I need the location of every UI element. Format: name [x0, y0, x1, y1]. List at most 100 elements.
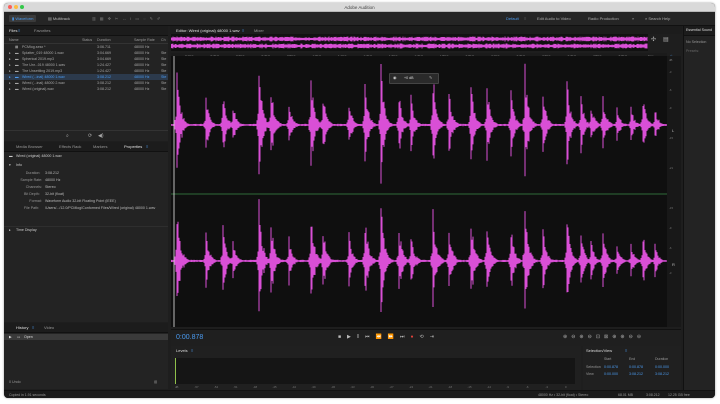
- info-row: Sample Rate: 48000 Hz: [4, 177, 168, 183]
- sv-start[interactable]: 0:00.878: [604, 364, 618, 370]
- tab-properties[interactable]: Properties: [124, 144, 142, 149]
- zoom-in-amp-icon[interactable]: ⊕: [563, 334, 571, 340]
- info-row: Bit Depth: 32-bit (float): [4, 191, 168, 197]
- levels-meter-icon[interactable]: ▥: [92, 16, 100, 21]
- info-key: Bit Depth:: [24, 192, 40, 196]
- loop-icon[interactable]: ⟳: [88, 133, 92, 139]
- col-sample-rate[interactable]: Sample Rate: [134, 37, 155, 43]
- zoom-out-full-all-icon[interactable]: ⊖: [637, 334, 645, 340]
- rewind-icon[interactable]: ⏪: [375, 334, 387, 340]
- selection-view-menu-icon[interactable]: ≡: [625, 348, 627, 353]
- history-item[interactable]: ▶ ▭ Open: [4, 334, 168, 340]
- file-row[interactable]: ▸ ▬ Wired (original).wav 3:08.212 48000 Hz St…: [4, 86, 168, 92]
- zoom-in-right-icon[interactable]: ⊕: [620, 334, 628, 340]
- waveform-display[interactable]: ◉ +0 dB ✎: [170, 56, 667, 327]
- move-tool-icon[interactable]: ✥: [108, 16, 115, 21]
- current-timecode[interactable]: 0:00.878: [176, 334, 203, 341]
- info-value: /Users/.../12.0/PCMlog/Conformed Files/W…: [45, 206, 156, 210]
- search-files-icon[interactable]: ⌕: [66, 133, 69, 139]
- tab-editor[interactable]: Editor: Wired (original) 48000 1.wav: [176, 28, 240, 33]
- db-tick-label: -6: [669, 246, 672, 250]
- properties-menu-icon[interactable]: ≡: [146, 144, 148, 149]
- zoom-out-full-icon[interactable]: ⊖: [629, 334, 637, 340]
- stop-button-icon[interactable]: ■: [338, 334, 347, 340]
- spectral-view-icon[interactable]: ▤: [663, 36, 669, 43]
- history-trash-icon[interactable]: ▥: [154, 379, 157, 385]
- fast-forward-icon[interactable]: ⏩: [388, 334, 400, 340]
- essential-sound-tab: Essential Sound: [684, 26, 715, 36]
- tab-favorites[interactable]: Favorites: [34, 28, 50, 33]
- gain-hud[interactable]: ◉ +0 dB ✎: [389, 73, 439, 84]
- history-menu-icon[interactable]: ≡: [32, 325, 34, 330]
- db-scale: dB -3 -6 -9 -15 -21 -15 -9 -6 -3 L R: [667, 56, 681, 327]
- record-button-icon[interactable]: ●: [410, 334, 419, 340]
- info-value: 3:08.212: [45, 171, 59, 175]
- tab-history[interactable]: History: [16, 325, 28, 330]
- zoom-out-time-icon[interactable]: ⊖: [588, 334, 596, 340]
- go-to-start-icon[interactable]: ⏮: [365, 334, 376, 340]
- tab-files[interactable]: Files: [9, 28, 17, 33]
- status-format: 48000 Hz • 32-bit (float) • Stereo: [538, 393, 589, 397]
- sv-duration[interactable]: 0:00.000: [655, 364, 669, 370]
- sv-duration[interactable]: 3:08.212: [655, 371, 669, 377]
- info-row: Duration: 3:08.212: [4, 170, 168, 176]
- info-row: Format: Waveform Audio 32-bit Floating Po…: [4, 198, 168, 204]
- db-tick-label: -15: [669, 136, 674, 140]
- main-toolbar: ▮ Waveform ▤ Multitrack ▥▦✥✂↔I▭◌✎✐ Defau…: [4, 12, 715, 26]
- info-value: 32-bit (float): [45, 192, 65, 196]
- spectral-icon[interactable]: ▦: [100, 16, 108, 21]
- no-selection-text: No Selection: [686, 40, 707, 44]
- levels-tick-label: -54: [214, 385, 219, 389]
- info-key: File Path:: [24, 206, 40, 210]
- levels-tick-label: -36: [331, 385, 336, 389]
- editor-menu-icon[interactable]: ≡: [242, 28, 244, 33]
- channel-left-label[interactable]: L: [672, 128, 674, 133]
- tab-menu-icon[interactable]: ≡: [18, 28, 20, 33]
- undo-count: 0 Undo ▥: [4, 379, 168, 385]
- workspace-edit-audio-to-video[interactable]: Edit Audio to Video: [537, 15, 571, 22]
- col-channels[interactable]: Ch: [161, 37, 166, 43]
- levels-menu-icon[interactable]: ≡: [191, 348, 193, 353]
- channel-right-label[interactable]: R: [672, 262, 675, 267]
- multitrack-view-button[interactable]: ▤ Multitrack: [48, 15, 70, 22]
- waveform-view-button[interactable]: ▮ Waveform: [9, 15, 37, 22]
- zoom-full-icon[interactable]: ⊡: [596, 334, 604, 340]
- volume-icon[interactable]: ◀): [98, 133, 104, 139]
- go-to-end-icon[interactable]: ⏭: [400, 334, 411, 340]
- brush-tool-icon[interactable]: ✎: [150, 16, 157, 21]
- search-help[interactable]: ⌕ Search Help: [645, 15, 670, 22]
- gain-value[interactable]: +0 dB: [404, 76, 414, 80]
- tab-effects-rack[interactable]: Effects Rack: [59, 144, 81, 149]
- waveform-overview[interactable]: [170, 34, 648, 51]
- col-status[interactable]: Status: [82, 37, 92, 43]
- expand-icon[interactable]: ▸: [9, 86, 11, 92]
- workspace-default[interactable]: Default: [506, 15, 519, 22]
- col-name[interactable]: Name: [9, 37, 19, 43]
- search-help-label: Search Help: [648, 16, 671, 21]
- workspace-overflow[interactable]: »: [632, 15, 634, 22]
- levels-tick-label: -48: [253, 385, 258, 389]
- sv-end[interactable]: 3:08.212: [629, 371, 643, 377]
- zoom-selection-icon[interactable]: ⊠: [604, 334, 612, 340]
- pin-icon[interactable]: ✎: [429, 75, 432, 80]
- loop-playback-icon[interactable]: ⟲: [420, 334, 430, 340]
- time-display-section[interactable]: ▸ Time Display: [4, 226, 168, 233]
- db-tick-label: -3: [669, 271, 672, 275]
- tab-mixer[interactable]: Mixer: [254, 28, 264, 33]
- tab-video[interactable]: Video: [44, 325, 54, 330]
- pause-button-icon[interactable]: ‖: [357, 334, 365, 340]
- zoom-fit-icon[interactable]: ✣: [651, 36, 656, 43]
- essential-sound-title[interactable]: Essential Sound: [686, 28, 712, 32]
- tab-markers[interactable]: Markers: [93, 144, 107, 149]
- play-button-icon[interactable]: ▶: [347, 334, 357, 340]
- spot-healing-icon[interactable]: ✐: [157, 16, 164, 21]
- skip-selection-icon[interactable]: ⇥: [430, 334, 440, 340]
- sv-start[interactable]: 0:00.000: [604, 371, 618, 377]
- info-section-header[interactable]: ▾ Info: [4, 162, 168, 168]
- zoom-in-time-icon[interactable]: ⊕: [579, 334, 587, 340]
- workspace-radio-production[interactable]: Radio Production: [588, 15, 619, 22]
- tab-media-browser[interactable]: Media Browser: [16, 144, 43, 149]
- col-duration[interactable]: Duration: [97, 37, 111, 43]
- sv-end[interactable]: 0:00.878: [629, 364, 643, 370]
- gain-knob-icon[interactable]: ◉: [393, 75, 397, 80]
